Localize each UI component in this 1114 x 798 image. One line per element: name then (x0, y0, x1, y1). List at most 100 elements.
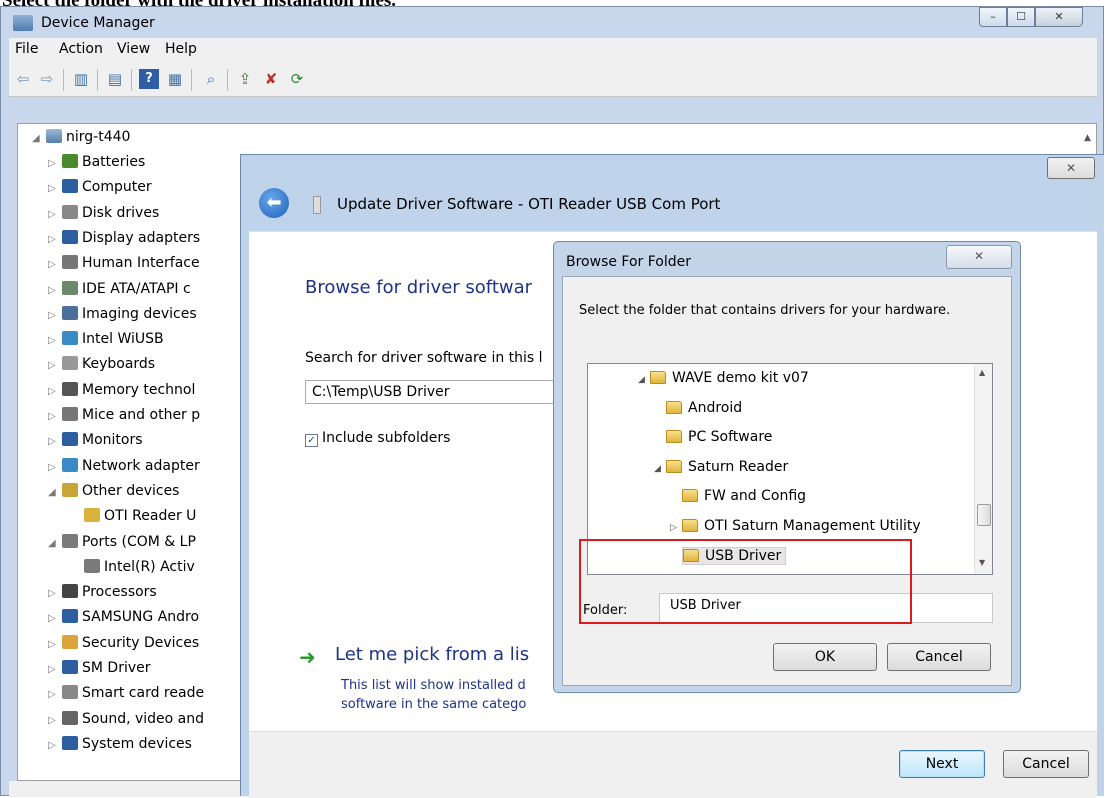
collapse-triangle-icon[interactable]: ◢ (48, 483, 62, 503)
folder-tree-item[interactable]: FW and Config (670, 484, 806, 508)
expand-triangle-icon[interactable]: ▷ (670, 516, 682, 540)
toolbar-separator (63, 69, 64, 91)
tree-item[interactable]: ▷ Monitors (48, 430, 143, 450)
expand-triangle-icon[interactable]: ▷ (48, 306, 62, 326)
close-button[interactable]: ✕ (1035, 7, 1083, 27)
expand-triangle-icon[interactable]: ▷ (48, 382, 62, 402)
folder-tree-item[interactable]: ◢ Saturn Reader (654, 455, 788, 479)
scan-hardware-icon[interactable]: ⌕ (201, 69, 221, 89)
tree-item[interactable]: ▷ Batteries (48, 152, 145, 172)
expand-triangle-icon[interactable]: ▷ (48, 356, 62, 376)
toolbar-separator (97, 69, 98, 91)
expand-triangle-icon[interactable]: ▷ (48, 609, 62, 629)
tree-item[interactable]: ▷ Sound, video and (48, 709, 204, 729)
menu-action[interactable]: Action (59, 41, 103, 57)
properties-icon[interactable]: ▤ (105, 69, 125, 89)
tree-item[interactable]: OTI Reader U (70, 506, 196, 526)
folder-tree-item[interactable]: PC Software (654, 425, 772, 449)
cancel-button[interactable]: Cancel (1003, 750, 1089, 778)
help-icon[interactable]: ? (139, 69, 159, 89)
folder-tree-item[interactable]: Android (654, 396, 742, 420)
scroll-up-icon[interactable]: ▲ (979, 368, 985, 377)
maximize-button[interactable]: ☐ (1007, 7, 1035, 27)
tree-item[interactable]: ▷ Smart card reade (48, 683, 204, 703)
browse-heading: Browse for driver softwar (305, 277, 533, 298)
update-driver-close-button[interactable]: ✕ (1047, 157, 1095, 179)
expand-triangle-icon[interactable]: ▷ (48, 154, 62, 174)
tree-item[interactable]: ▷ Display adapters (48, 228, 200, 248)
forward-arrow-icon[interactable]: ⇨ (37, 69, 57, 89)
expand-triangle-icon[interactable]: ▷ (48, 685, 62, 705)
search-label: Search for driver software in this l (305, 350, 543, 366)
expand-triangle-icon[interactable]: ▷ (48, 281, 62, 301)
menu-file[interactable]: File (15, 41, 38, 57)
next-button[interactable]: Next (899, 750, 985, 778)
tree-item[interactable]: ▷ Processors (48, 582, 157, 602)
tree-item[interactable]: ▷ Security Devices (48, 633, 199, 653)
expand-triangle-icon[interactable]: ▷ (48, 407, 62, 427)
pick-from-list-link[interactable]: Let me pick from a lis (335, 644, 529, 665)
browse-folder-close-button[interactable]: ✕ (946, 245, 1012, 269)
expand-triangle-icon[interactable]: ▷ (48, 736, 62, 756)
folder-tree-scrollbar[interactable]: ▲ ▼ (974, 364, 992, 574)
update-driver-footer: Next Cancel (249, 731, 1097, 798)
tree-item[interactable]: ▷ System devices (48, 734, 192, 754)
update-driver-icon[interactable]: ⇪ (235, 69, 255, 89)
expand-triangle-icon[interactable]: ▷ (48, 432, 62, 452)
expand-triangle-icon[interactable]: ▷ (48, 660, 62, 680)
minimize-button[interactable]: – (979, 7, 1007, 27)
uninstall-device-icon[interactable]: ✘ (261, 69, 281, 89)
tree-item[interactable]: ▷ Intel WiUSB (48, 329, 164, 349)
tree-item-label: Network adapter (82, 457, 200, 474)
tree-item[interactable]: ▷ Memory technol (48, 380, 195, 400)
tree-item-label: Keyboards (82, 356, 156, 373)
tree-item[interactable]: ▷ IDE ATA/ATAPI c (48, 279, 191, 299)
tree-item[interactable]: ◢ Ports (COM & LP (48, 532, 196, 552)
folder-tree-item[interactable]: ▷ OTI Saturn Management Utility (670, 514, 921, 538)
tree-item[interactable]: ◢ Other devices (48, 481, 179, 501)
cancel-button[interactable]: Cancel (887, 643, 991, 671)
expand-triangle-icon[interactable]: ▷ (48, 230, 62, 250)
tree-item[interactable]: ▷ Mice and other p (48, 405, 200, 425)
collapse-triangle-icon[interactable]: ◢ (654, 457, 666, 481)
expand-triangle-icon[interactable]: ▷ (48, 205, 62, 225)
ok-button[interactable]: OK (773, 643, 877, 671)
enable-device-icon[interactable]: ⟳ (287, 69, 307, 89)
show-hide-console-tree-icon[interactable]: ▥ (71, 69, 91, 89)
include-subfolders-checkbox[interactable]: ✓ Include subfolders (305, 430, 450, 447)
back-arrow-icon[interactable]: ⇦ (13, 69, 33, 89)
tree-item[interactable]: ▷ Keyboards (48, 354, 155, 374)
expand-triangle-icon[interactable]: ▷ (48, 458, 62, 478)
checkmark-icon[interactable]: ✓ (305, 434, 318, 447)
tree-item[interactable]: ▷ Network adapter (48, 456, 200, 476)
tree-item[interactable]: Intel(R) Activ (70, 557, 195, 577)
tree-item[interactable]: ▷ Computer (48, 177, 152, 197)
menu-view[interactable]: View (117, 41, 150, 57)
back-arrow-icon[interactable]: ⬅ (259, 188, 289, 218)
expand-triangle-icon[interactable]: ▷ (48, 584, 62, 604)
expand-triangle-icon[interactable]: ▷ (48, 179, 62, 199)
expand-triangle-icon[interactable]: ▷ (48, 255, 62, 275)
expand-triangle-icon[interactable]: ▷ (48, 331, 62, 351)
folder-icon (666, 430, 682, 444)
collapse-triangle-icon[interactable]: ◢ (48, 534, 62, 554)
collapse-triangle-icon[interactable]: ◢ (32, 129, 46, 149)
scroll-thumb[interactable] (977, 504, 991, 526)
expand-triangle-icon[interactable]: ▷ (48, 635, 62, 655)
tree-item[interactable]: ▷ SAMSUNG Andro (48, 607, 199, 627)
device-category-icon (62, 255, 78, 270)
action-pane-icon[interactable]: ▦ (165, 69, 185, 89)
path-input[interactable]: C:\Temp\USB Driver (305, 380, 565, 404)
collapse-triangle-icon[interactable]: ◢ (638, 368, 650, 392)
pick-desc-line-2: software in the same catego (341, 697, 527, 712)
folder-tree-item[interactable]: ◢ WAVE demo kit v07 (638, 366, 809, 390)
tree-root[interactable]: ◢ nirg-t440 (32, 127, 130, 147)
tree-item[interactable]: ▷ Human Interface (48, 253, 200, 273)
menu-help[interactable]: Help (165, 41, 197, 57)
tree-item[interactable]: ▷ Disk drives (48, 203, 159, 223)
tree-item[interactable]: ▷ SM Driver (48, 658, 151, 678)
tree-item[interactable]: ▷ Imaging devices (48, 304, 197, 324)
expand-triangle-icon[interactable]: ▷ (48, 711, 62, 731)
tree-scroll-up[interactable]: ▲ (1079, 123, 1096, 153)
scroll-down-icon[interactable]: ▼ (979, 558, 985, 567)
